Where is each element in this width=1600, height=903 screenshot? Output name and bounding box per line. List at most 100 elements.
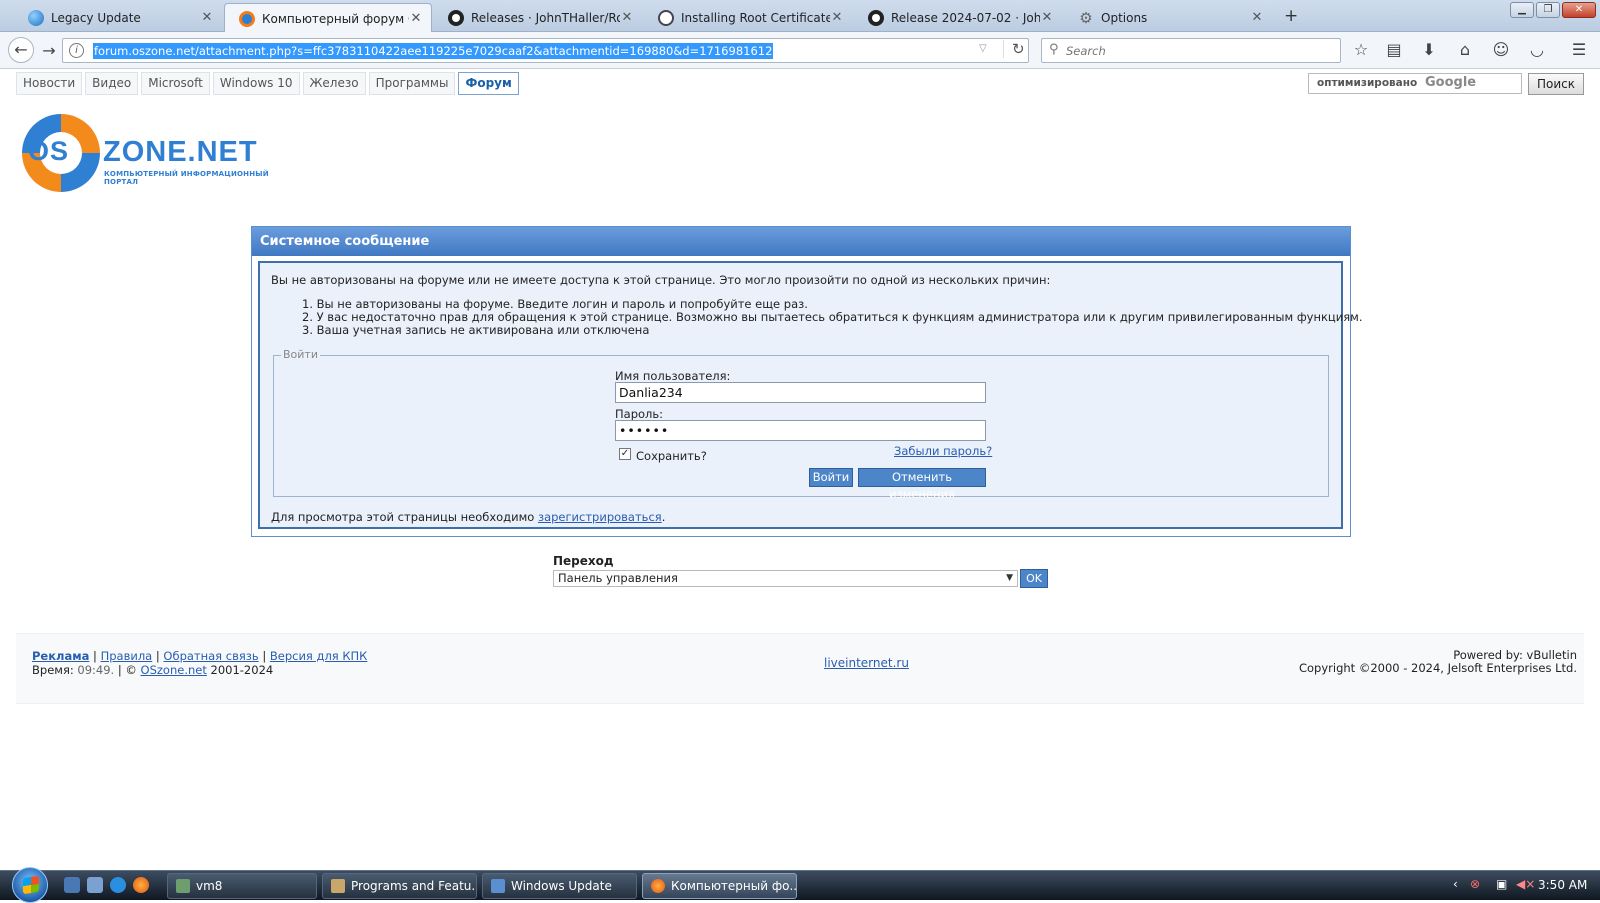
chat-icon[interactable]: ☺ [1490, 39, 1512, 61]
tray-expand-icon[interactable]: ‹ [1453, 877, 1458, 891]
tab-title: Releases · JohnTHaller/Roo... [471, 10, 620, 25]
firefox-icon [651, 879, 665, 893]
browser-navigation-bar: ← → i forum.oszone.net/attachment.php?s=… [0, 32, 1600, 69]
task-label: Windows Update [511, 879, 612, 893]
register-link[interactable]: зарегистрироваться [538, 510, 662, 524]
maximize-button[interactable]: ❐ [1536, 2, 1560, 18]
nav-link-news[interactable]: Новости [16, 72, 83, 95]
close-icon[interactable]: ✕ [409, 11, 423, 26]
menu-icon[interactable]: ☰ [1568, 39, 1590, 61]
search-input[interactable] [1066, 41, 1336, 60]
nav-link-microsoft[interactable]: Microsoft [141, 72, 210, 95]
vm-icon [176, 879, 190, 893]
register-suffix: . [661, 510, 666, 524]
legacy-update-icon [28, 9, 44, 26]
username-field[interactable] [615, 382, 986, 403]
minimize-button[interactable]: ▁ [1510, 2, 1534, 18]
footer-site-link[interactable]: OSzone.net [141, 663, 207, 677]
close-icon[interactable]: ✕ [1040, 10, 1054, 25]
security-alert-icon[interactable]: ⊗ [1470, 877, 1480, 891]
download-icon[interactable]: ⬇ [1418, 39, 1440, 61]
windows-update-icon [491, 879, 505, 893]
tab-legacy-update[interactable]: Legacy Update ✕ [14, 3, 222, 32]
tab-oszone-forum[interactable]: Компьютерный форум O... ✕ [224, 3, 432, 33]
window-close-button[interactable]: ✕ [1562, 2, 1596, 18]
tab-releases[interactable]: Releases · JohnTHaller/Roo... ✕ [434, 3, 642, 32]
close-icon[interactable]: ✕ [200, 10, 214, 25]
chevron-down-icon: ▼ [1006, 573, 1013, 583]
tab-installing-root-certificate[interactable]: Installing Root Certificate o... ✕ [644, 3, 852, 32]
footer-link-pda[interactable]: Версия для КПК [270, 649, 368, 663]
chevron-down-icon[interactable]: ▽ [979, 43, 987, 54]
new-tab-button[interactable]: + [1284, 6, 1298, 26]
logo-os-text: OS [28, 136, 70, 166]
start-button[interactable] [12, 867, 48, 903]
taskbar-item-vm8[interactable]: vm8 [167, 873, 317, 899]
close-icon[interactable]: ✕ [1250, 10, 1264, 25]
volume-muted-icon[interactable]: ◀× [1516, 877, 1535, 891]
firefox-icon[interactable] [133, 877, 149, 893]
home-icon[interactable]: ⌂ [1454, 39, 1476, 61]
google-brand: Google [1425, 75, 1477, 90]
password-field[interactable] [615, 420, 986, 441]
copyright-text: Copyright ©2000 - 2024, Jelsoft Enterpri… [1298, 661, 1577, 675]
browser-tab-bar: Legacy Update ✕ Компьютерный форум O... … [0, 0, 1600, 33]
network-icon[interactable]: ▣ [1496, 877, 1507, 891]
close-icon[interactable]: ✕ [620, 10, 634, 25]
login-button[interactable]: Войти [809, 468, 853, 487]
nav-link-windows-10[interactable]: Windows 10 [212, 72, 300, 95]
browser-search-bar[interactable]: ⚲ [1041, 38, 1341, 63]
gear-icon: ⚙ [1079, 8, 1093, 27]
taskbar-clock[interactable]: 3:50 AM [1538, 878, 1587, 892]
jump-select[interactable]: Панель управления ▼ [553, 570, 1018, 587]
footer-time: Время: 09:49. | © OSzone.net 2001-2024 [32, 663, 273, 677]
password-label: Пароль: [615, 407, 664, 421]
reload-icon[interactable]: ↻ [1003, 40, 1025, 58]
copyright-sign: | © [117, 663, 137, 677]
tab-release-2024[interactable]: Release 2024-07-02 · JohnT... ✕ [854, 3, 1062, 32]
reason-list: 1. Вы не авторизованы на форуме. Введите… [302, 298, 1362, 337]
nav-link-hardware[interactable]: Железо [302, 72, 366, 95]
nav-link-programs[interactable]: Программы [368, 72, 456, 95]
tab-title: Installing Root Certificate o... [681, 10, 830, 25]
taskbar-item-forum[interactable]: Компьютерный фо... [642, 873, 797, 899]
tab-title: Release 2024-07-02 · JohnT... [891, 10, 1040, 25]
bookmark-star-icon[interactable]: ☆ [1350, 39, 1372, 61]
page-footer: Реклама | Правила | Обратная связь | Вер… [16, 633, 1584, 704]
task-label: Programs and Featu... [351, 879, 477, 893]
nav-link-forum[interactable]: Форум [458, 72, 519, 95]
remember-checkbox[interactable]: ✓ [619, 448, 631, 460]
info-icon[interactable]: i [69, 43, 84, 58]
oszone-logo[interactable]: OS ZONE.NET КОМПЬЮТЕРНЫЙ ИНФОРМАЦИОННЫЙ … [20, 112, 280, 194]
liveinternet-link[interactable]: liveinternet.ru [824, 656, 909, 670]
bookmarks-library-icon[interactable]: ▤ [1383, 39, 1405, 61]
taskbar-item-windows-update[interactable]: Windows Update [482, 873, 637, 899]
jump-ok-button[interactable]: OK [1020, 569, 1048, 588]
remember-label: Сохранить? [636, 449, 707, 463]
google-search-input[interactable]: оптимизировано Google [1308, 73, 1522, 94]
internet-explorer-icon[interactable] [110, 877, 126, 893]
taskbar-item-programs-and-features[interactable]: Programs and Featu... [322, 873, 477, 899]
footer-link-ads[interactable]: Реклама [32, 649, 89, 663]
footer-link-feedback[interactable]: Обратная связь [163, 649, 258, 663]
tab-title: Компьютерный форум O... [262, 11, 409, 26]
close-icon[interactable]: ✕ [830, 10, 844, 25]
back-button[interactable]: ← [8, 37, 34, 63]
address-bar[interactable]: i forum.oszone.net/attachment.php?s=ffc3… [62, 38, 1029, 63]
tab-options[interactable]: ⚙ Options ✕ [1064, 3, 1272, 32]
tab-title: Options [1101, 10, 1148, 25]
url-text[interactable]: forum.oszone.net/attachment.php?s=ffc378… [93, 43, 774, 59]
forward-button[interactable]: → [38, 40, 60, 62]
nav-link-video[interactable]: Видео [85, 72, 139, 95]
time-value: 09:49. [77, 663, 115, 677]
pocket-icon[interactable]: ◡ [1526, 39, 1548, 61]
explorer-icon[interactable] [87, 877, 103, 893]
show-desktop-icon[interactable] [64, 877, 80, 893]
footer-link-rules[interactable]: Правила [101, 649, 153, 663]
powered-by: Powered by: vBulletin Copyright ©2000 - … [1299, 649, 1577, 675]
reason-item: 3. Ваша учетная запись не активирована и… [302, 323, 650, 337]
reset-button[interactable]: Отменить изменения [858, 468, 986, 501]
forgot-password-link[interactable]: Забыли пароль? [894, 444, 992, 458]
search-button[interactable]: Поиск [1528, 73, 1584, 95]
logo-zone-text: ZONE.NET [103, 136, 258, 168]
